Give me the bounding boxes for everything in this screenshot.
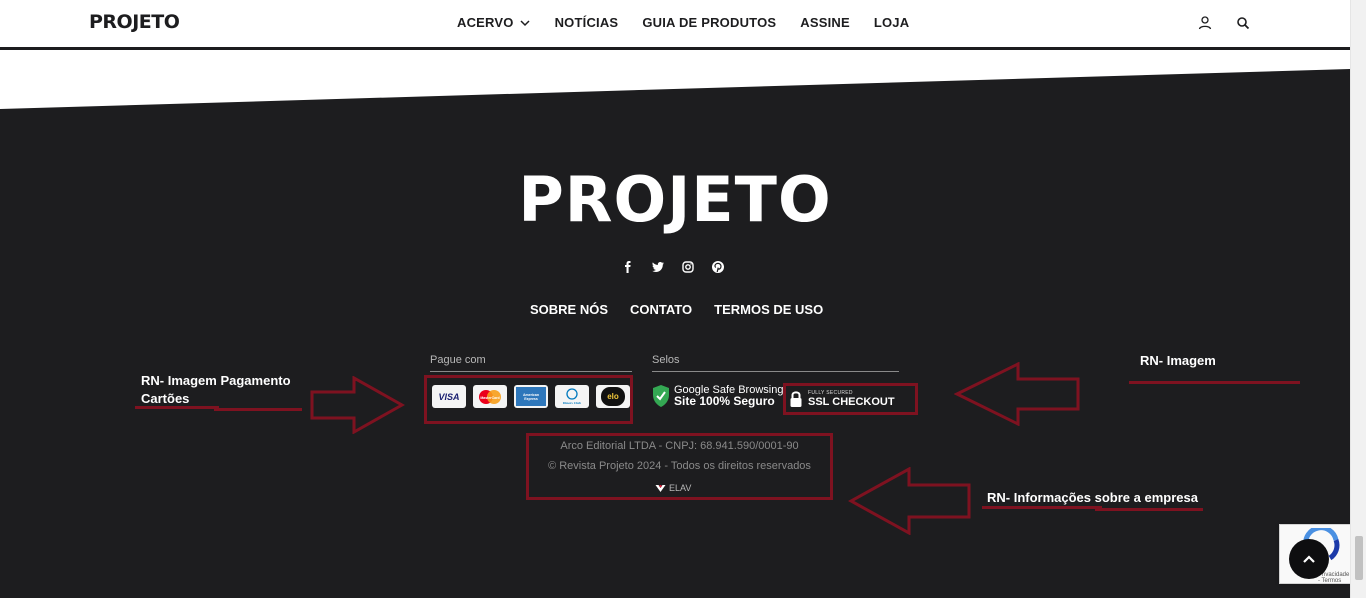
page: PROJETO ACERVO NOTÍCIAS GUIA DE PRODUTOS… xyxy=(0,0,1366,598)
nav-item-label: GUIA DE PRODUTOS xyxy=(642,15,777,30)
site-header: PROJETO ACERVO NOTÍCIAS GUIA DE PRODUTOS… xyxy=(0,0,1350,50)
nav-item-acervo[interactable]: ACERVO xyxy=(457,15,531,30)
payment-highlight-box xyxy=(424,375,633,424)
user-icon[interactable] xyxy=(1197,15,1213,31)
google-safe-browsing-seal[interactable]: Google Safe Browsing Site 100% Seguro xyxy=(652,384,783,408)
footer-links: SOBRE NÓS CONTATO TERMOS DE USO xyxy=(530,302,823,317)
annotation-underline xyxy=(982,506,1102,509)
annotation-underline xyxy=(135,406,219,409)
annotation-underline xyxy=(1129,381,1300,384)
nav-item-label: ACERVO xyxy=(457,15,514,30)
nav-item-loja[interactable]: LOJA xyxy=(874,15,909,30)
link-termos-de-uso[interactable]: TERMOS DE USO xyxy=(714,302,823,317)
nav-item-label: NOTÍCIAS xyxy=(554,15,619,30)
link-contato[interactable]: CONTATO xyxy=(630,302,692,317)
footer-logo[interactable]: PROJETO xyxy=(0,163,1350,236)
seal-google-line2: Site 100% Seguro xyxy=(674,394,775,408)
shield-check-icon xyxy=(653,385,669,407)
arrow-left-annotation-icon xyxy=(848,467,971,535)
ssl-highlight-box xyxy=(783,383,918,415)
payment-label: Pague com xyxy=(430,354,486,366)
company-info-highlight-box xyxy=(526,433,833,500)
facebook-icon[interactable] xyxy=(621,260,635,274)
nav-item-assine[interactable]: ASSINE xyxy=(800,15,850,30)
search-icon[interactable] xyxy=(1235,15,1251,31)
chevron-up-icon xyxy=(1303,555,1315,563)
seals-divider xyxy=(652,371,899,372)
pinterest-icon[interactable] xyxy=(711,260,725,274)
nav-item-label: ASSINE xyxy=(800,15,850,30)
chevron-down-icon xyxy=(520,19,530,26)
arrow-right-annotation-icon xyxy=(310,376,405,434)
instagram-icon[interactable] xyxy=(681,260,695,274)
annotation-image: RN- Imagem xyxy=(1140,353,1216,368)
twitter-icon[interactable] xyxy=(651,260,665,274)
page-scrollbar[interactable] xyxy=(1350,0,1366,598)
link-sobre-nos[interactable]: SOBRE NÓS xyxy=(530,302,608,317)
social-links xyxy=(621,260,725,274)
nav-item-label: LOJA xyxy=(873,15,910,30)
header-logo[interactable]: PROJETO xyxy=(89,11,180,33)
annotation-underline xyxy=(214,408,302,411)
annotation-underline xyxy=(1095,508,1203,511)
nav-item-noticias[interactable]: NOTÍCIAS xyxy=(555,15,619,30)
scrollbar-thumb[interactable] xyxy=(1355,536,1363,580)
payment-divider xyxy=(430,371,632,372)
recaptcha-text: Privacidade - Termos xyxy=(1318,572,1350,584)
annotation-payment: RN- Imagem Pagamento Cartões xyxy=(141,373,291,406)
seals-label: Selos xyxy=(652,354,680,366)
main-nav: ACERVO NOTÍCIAS GUIA DE PRODUTOS ASSINE … xyxy=(457,15,909,30)
arrow-left-annotation-icon xyxy=(954,362,1080,426)
nav-item-guia-de-produtos[interactable]: GUIA DE PRODUTOS xyxy=(642,15,776,30)
annotation-company: RN- Informações sobre a empresa xyxy=(987,490,1198,505)
back-to-top-button[interactable] xyxy=(1289,539,1329,579)
